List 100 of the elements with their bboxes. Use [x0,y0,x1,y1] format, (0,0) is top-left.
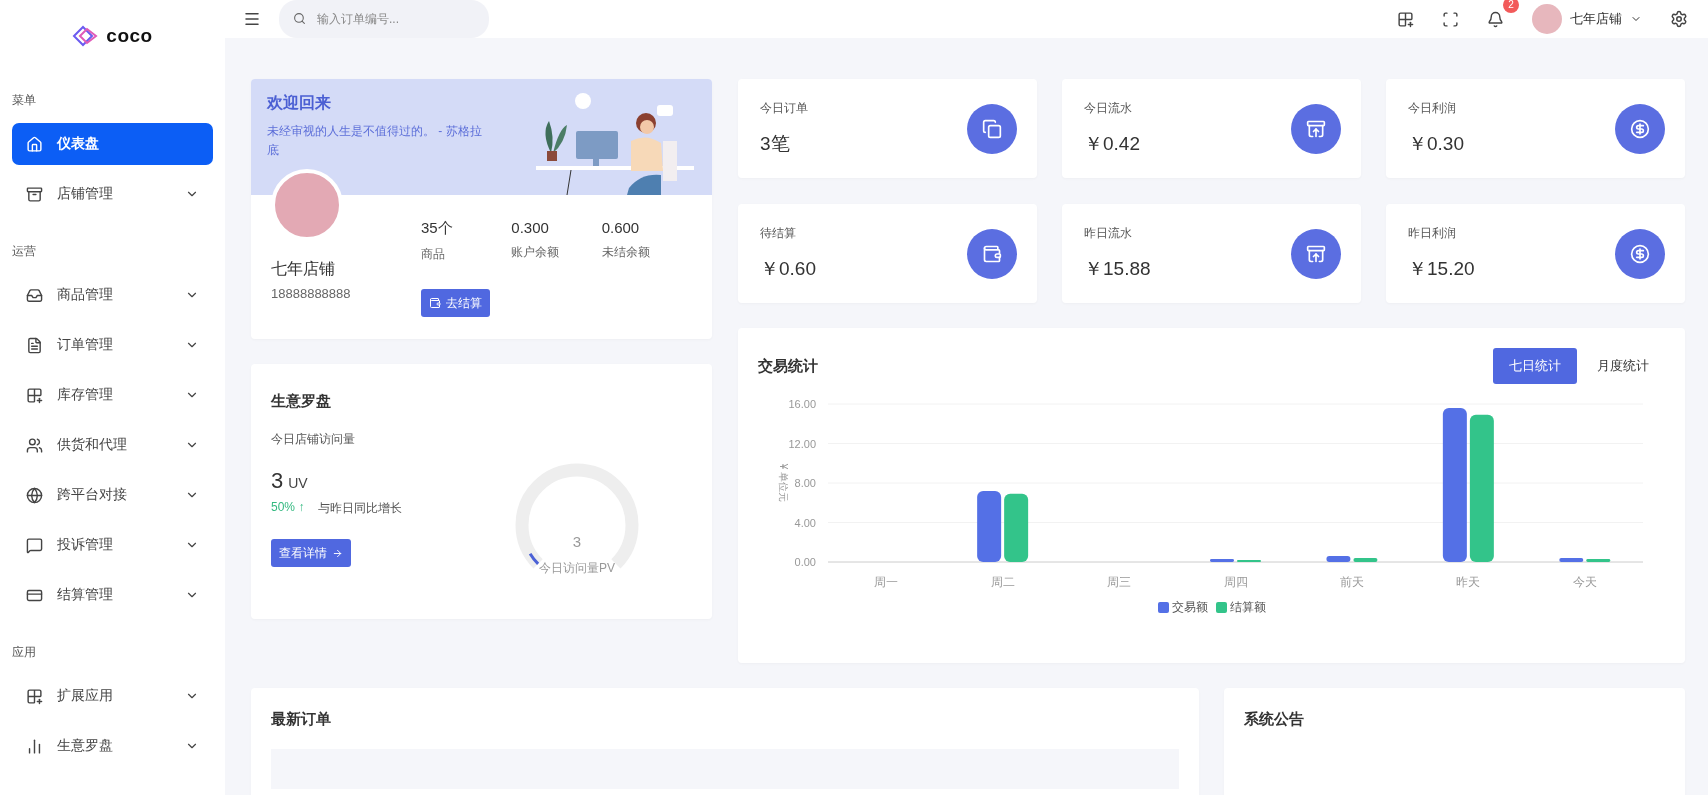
chart-bar [977,490,1002,562]
chart-bar [1210,559,1234,562]
sidebar-item[interactable]: 供货和代理 [12,424,213,466]
tab[interactable]: 月度统计 [1581,348,1665,384]
legend-item: 交易额 [1157,599,1208,616]
dollar-icon [1615,228,1665,279]
card-title: 系统公告 [1244,710,1305,729]
details-button[interactable]: 查看详情 [271,539,351,567]
sidebar-item[interactable]: 商品管理 [12,274,213,316]
dollar-icon [1615,103,1665,154]
user-menu[interactable]: 七年店铺 [1532,4,1642,34]
axis-label: 周三 [1107,575,1132,589]
sidebar-item[interactable]: 投诉管理 [12,524,213,566]
section-title: 应用 [12,644,37,661]
chart-bar [1004,493,1029,562]
stat-value: 0.300 [511,219,550,236]
subtitle: 今日店铺访问量 [271,431,356,448]
arrow-right-icon [332,547,343,559]
chart-bar [1326,556,1351,562]
stat-value: ￥15.20 [1408,257,1475,281]
section-title: 运营 [12,243,37,260]
notification-button[interactable] [1487,10,1504,28]
copy-icon [967,103,1017,154]
card-title: 交易统计 [758,356,818,376]
sidebar-item[interactable]: 生意罗盘 [12,725,213,767]
stat-label: 待结算 [760,225,797,242]
sidebar-item[interactable]: 仪表盘 [12,123,213,165]
axis-label: 周一 [874,575,899,589]
welcome-title: 欢迎回来 [267,93,332,113]
axis-label: 4.00 [794,516,816,529]
archive-box-icon [26,185,43,203]
bar-chart-icon [26,737,43,755]
stat-label: 今日订单 [760,100,808,117]
search-field[interactable]: 输入订单编号... [279,0,489,38]
axis-label: 周四 [1223,575,1248,589]
search-icon [293,12,306,25]
section-title: 菜单 [12,92,37,109]
sidebar-item[interactable]: 订单管理 [12,324,213,366]
notification-count: 2 [1503,0,1519,13]
axis-label: 16.00 [788,398,816,410]
grid-plus-button[interactable] [1397,10,1414,28]
sidebar-item[interactable]: 店铺管理 [12,173,213,215]
archive-box-icon [1291,228,1341,279]
stat-label: 未结余额 [601,244,651,261]
menu-button[interactable] [243,10,261,28]
axis-title: ¥ 单位元 [778,463,789,503]
card-title: 生意罗盘 [271,392,332,411]
settle-button[interactable]: 去结算 [421,289,490,317]
stat-label: 商品 [421,246,446,263]
card-title: 最新订单 [271,710,332,729]
phone-number: 18888888888 [271,286,352,301]
avatar [1532,4,1562,34]
chart-bar [1559,558,1584,562]
settings-button[interactable] [1670,10,1688,28]
axis-label: 前天 [1339,575,1364,589]
stat-label: 今日流水 [1084,100,1133,117]
chart-bar [1353,558,1378,562]
globe-icon [26,486,43,504]
axis-label: 周二 [990,575,1015,589]
tab[interactable]: 七日统计 [1493,348,1577,384]
sidebar-item[interactable]: 结算管理 [12,574,213,616]
users-icon [26,436,43,454]
uv-value: 3 [271,468,284,494]
home-icon [26,135,43,153]
axis-label: 昨天 [1456,575,1481,589]
axis-label: 12.00 [788,437,816,450]
grid-plus-icon [26,687,43,705]
archive-box-icon [1291,103,1341,154]
stat-value: ￥0.42 [1084,132,1140,156]
stat-label: 今日利润 [1408,100,1457,117]
stat-value: ￥15.88 [1084,257,1151,281]
chart-bar [1586,559,1611,562]
stat-label: 账户余额 [511,244,561,261]
logo-icon [72,25,99,47]
axis-label: 0.00 [794,556,816,568]
uv-unit: UV [288,475,308,491]
wallet-icon [429,297,441,309]
gauge-value: 3 [572,533,582,550]
quote-text: 未经审视的人生是不值得过的。 - 苏格拉底 [267,123,483,159]
axis-label: 8.00 [794,477,816,489]
sidebar-item[interactable]: 扩展应用 [12,675,213,717]
fullscreen-button[interactable] [1442,10,1459,28]
stat-value: 35个 [421,219,454,238]
shop-name: 七年店铺 [271,259,336,279]
grid-plus-icon [26,386,43,404]
legend-item: 结算额 [1215,599,1266,616]
stat-value: 3笔 [760,132,791,156]
stat-label: 昨日流水 [1084,225,1133,242]
chat-icon [26,536,43,554]
growth-value: 50% ↑ [271,500,305,516]
brand-name: coco [106,25,153,47]
stat-label: 昨日利润 [1408,225,1457,242]
sidebar-item[interactable]: 库存管理 [12,374,213,416]
stat-value: 0.600 [601,219,641,236]
inbox-icon [26,286,43,304]
stat-value: ￥0.30 [1408,132,1464,156]
growth-label: 与昨日同比增长 [318,500,403,517]
sidebar-item[interactable]: 跨平台对接 [12,474,213,516]
document-icon [26,336,43,354]
card-icon [967,228,1017,279]
